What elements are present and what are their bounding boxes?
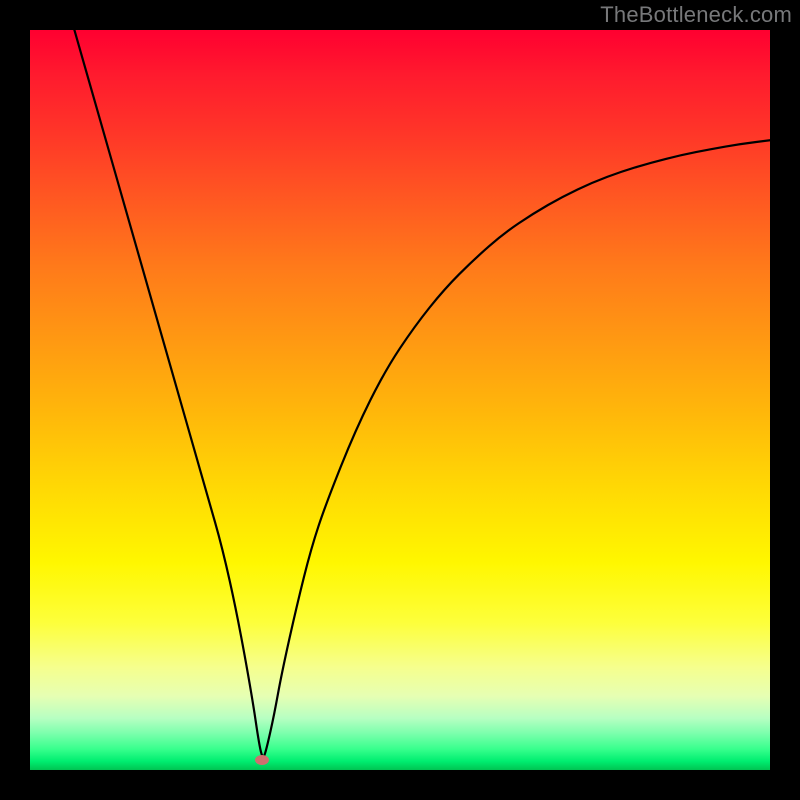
- chart-container: TheBottleneck.com: [0, 0, 800, 800]
- plot-area: [30, 30, 770, 770]
- curve-minimum-marker: [255, 755, 269, 765]
- bottleneck-curve: [74, 30, 770, 757]
- curve-layer: [30, 30, 770, 770]
- watermark-text: TheBottleneck.com: [600, 2, 792, 28]
